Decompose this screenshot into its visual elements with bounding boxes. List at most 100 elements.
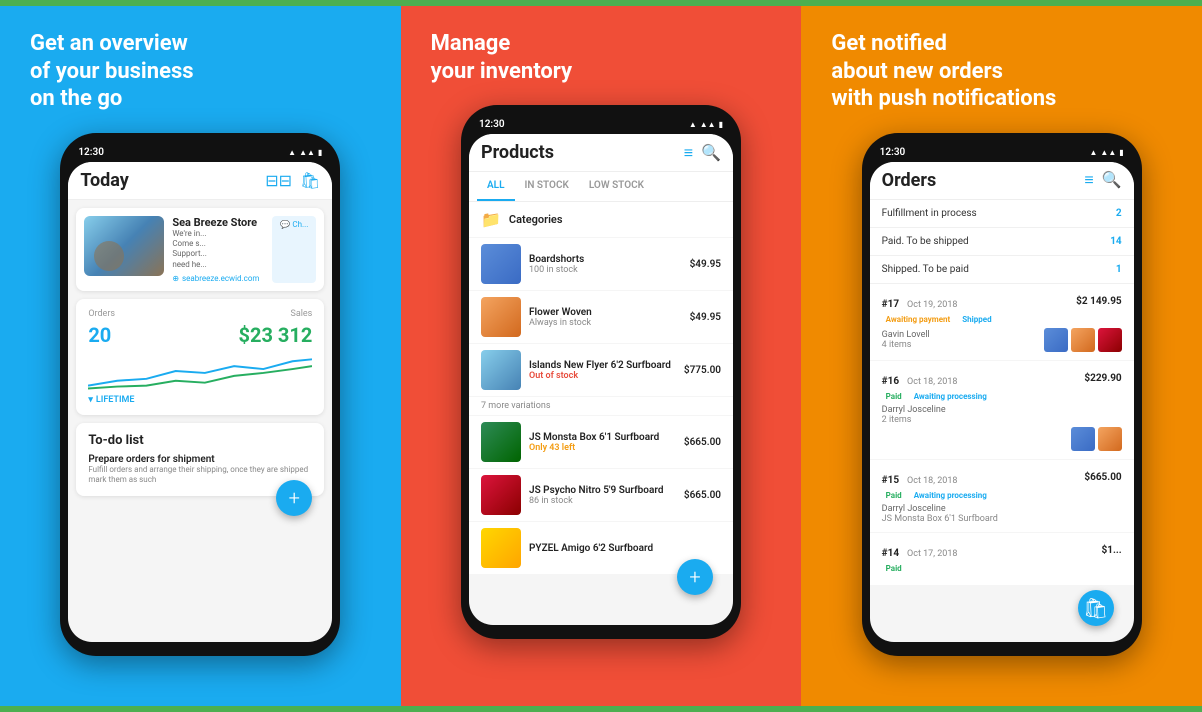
product-3-info: Islands New Flyer 6'2 Surfboard Out of s… bbox=[529, 360, 676, 381]
product-item-2[interactable]: Flower Woven Always in stock $49.95 bbox=[469, 291, 733, 343]
product-item-5[interactable]: JS Psycho Nitro 5'9 Surfboard 86 in stoc… bbox=[469, 469, 733, 521]
product-3-thumb bbox=[481, 350, 521, 390]
order-3-tags: Paid Awaiting processing bbox=[882, 490, 1122, 501]
product-4-name: JS Monsta Box 6'1 Surfboard bbox=[529, 432, 676, 443]
fulfillment-count-2: 14 bbox=[1110, 236, 1121, 247]
order-2-thumb-1 bbox=[1071, 427, 1095, 451]
order-1-customer: Gavin Lovell bbox=[882, 330, 930, 340]
order-1-date: Oct 19, 2018 bbox=[907, 300, 957, 310]
tab-low-stock[interactable]: LOW STOCK bbox=[579, 172, 654, 201]
phone-2-notch: 12:30 ▲ ▲▲ ▮ bbox=[469, 119, 733, 130]
order-2-items: 2 items bbox=[882, 415, 1122, 425]
order-item-2[interactable]: #16 Oct 18, 2018 $229.90 Paid Awaiting p… bbox=[870, 361, 1134, 459]
phone-3-notch: 12:30 ▲ ▲▲ ▮ bbox=[870, 147, 1134, 158]
fulfillment-count-3: 1 bbox=[1116, 264, 1122, 275]
wifi-icon: ▲ bbox=[288, 148, 296, 157]
fab-button[interactable]: + bbox=[276, 480, 312, 516]
lifetime-button[interactable]: ▾ LIFETIME bbox=[88, 395, 312, 405]
categories-row[interactable]: 📁 Categories bbox=[469, 202, 733, 237]
phone-1-status-icons: ▲ ▲▲ ▮ bbox=[288, 148, 322, 157]
globe-icon: ⊕ bbox=[172, 274, 179, 283]
product-2-price: $49.95 bbox=[690, 312, 721, 323]
filter-icon[interactable]: ≡ bbox=[684, 143, 693, 163]
bag-icon-header[interactable]: 🛍 bbox=[300, 171, 320, 190]
product-item-3[interactable]: Islands New Flyer 6'2 Surfboard Out of s… bbox=[469, 344, 733, 396]
fab-container-3: 🛍 bbox=[870, 586, 1134, 636]
product-1-name: Boardshorts bbox=[529, 254, 682, 265]
fulfillment-row-3[interactable]: Shipped. To be paid 1 bbox=[870, 256, 1134, 284]
order-item-4[interactable]: #14 Oct 17, 2018 $1... Paid bbox=[870, 533, 1134, 585]
order-3-price: $665.00 bbox=[1084, 472, 1121, 483]
order-1-thumb-1 bbox=[1044, 328, 1068, 352]
sales-value: $23 312 bbox=[239, 323, 313, 347]
order-3-tag-1: Paid bbox=[882, 490, 906, 501]
phone-3-time: 12:30 bbox=[880, 147, 906, 158]
product-6-info: PYZEL Amigo 6'2 Surfboard bbox=[529, 543, 721, 554]
order-4-id: #14 bbox=[882, 548, 899, 559]
panel-orders: Get notifiedabout new orderswith push no… bbox=[801, 0, 1202, 712]
product-1-price: $49.95 bbox=[690, 259, 721, 270]
stats-labels-row: Orders Sales bbox=[88, 309, 312, 319]
product-3-price: $775.00 bbox=[684, 365, 721, 376]
barcode-icon[interactable]: ⊟⊟ bbox=[265, 171, 292, 190]
product-item-4[interactable]: JS Monsta Box 6'1 Surfboard Only 43 left… bbox=[469, 416, 733, 468]
filter-icon-3[interactable]: ≡ bbox=[1084, 170, 1093, 190]
screen-1-title: Today bbox=[80, 170, 129, 191]
chat-icon: 💬 bbox=[280, 220, 290, 229]
store-image bbox=[84, 216, 164, 276]
signal-icon: ▲▲ bbox=[299, 148, 315, 157]
product-2-name: Flower Woven bbox=[529, 307, 682, 318]
store-info: Sea Breeze Store We're in...Come s...Sup… bbox=[172, 216, 264, 284]
product-1-info: Boardshorts 100 in stock bbox=[529, 254, 682, 275]
orders-value: 20 bbox=[88, 323, 111, 347]
phone-1-time: 12:30 bbox=[78, 147, 104, 158]
store-name: Sea Breeze Store bbox=[172, 216, 264, 229]
variations-note: 7 more variations bbox=[469, 397, 733, 415]
order-4-date: Oct 17, 2018 bbox=[907, 549, 957, 559]
fab-bag-button[interactable]: 🛍 bbox=[1078, 590, 1114, 626]
order-3-id: #15 bbox=[882, 475, 899, 486]
phone-3-screen: Orders ≡ 🔍 Fulfillment in process 2 Paid… bbox=[870, 162, 1134, 642]
order-item-1[interactable]: #17 Oct 19, 2018 $2 149.95 Awaiting paym… bbox=[870, 284, 1134, 360]
panel-1-headline: Get an overviewof your businesson the go bbox=[20, 30, 381, 113]
todo-item-title: Prepare orders for shipment bbox=[88, 454, 312, 465]
fab-button-2[interactable]: + bbox=[677, 559, 713, 595]
stats-values-row: 20 $23 312 bbox=[88, 323, 312, 347]
screen-2-header: Products ≡ 🔍 bbox=[469, 134, 733, 172]
order-1-tag-1: Awaiting payment bbox=[882, 314, 955, 325]
fulfillment-row-2[interactable]: Paid. To be shipped 14 bbox=[870, 228, 1134, 256]
product-2-info: Flower Woven Always in stock bbox=[529, 307, 682, 328]
order-4-tags: Paid bbox=[882, 563, 1122, 574]
chart-area bbox=[88, 351, 312, 391]
order-3-tag-2: Awaiting processing bbox=[910, 490, 991, 501]
search-icon-3[interactable]: 🔍 bbox=[1102, 170, 1122, 190]
product-6-name: PYZEL Amigo 6'2 Surfboard bbox=[529, 543, 721, 554]
fulfillment-row-1[interactable]: Fulfillment in process 2 bbox=[870, 200, 1134, 228]
product-5-name: JS Psycho Nitro 5'9 Surfboard bbox=[529, 485, 676, 496]
product-5-info: JS Psycho Nitro 5'9 Surfboard 86 in stoc… bbox=[529, 485, 676, 506]
folder-icon: 📁 bbox=[481, 210, 501, 229]
todo-item-desc: Fulfill orders and arrange their shippin… bbox=[88, 465, 312, 486]
product-5-stock: 86 in stock bbox=[529, 496, 676, 506]
product-item-1[interactable]: Boardshorts 100 in stock $49.95 bbox=[469, 238, 733, 290]
order-item-3[interactable]: #15 Oct 18, 2018 $665.00 Paid Awaiting p… bbox=[870, 460, 1134, 532]
order-2-customer: Darryl Josceline bbox=[882, 405, 1122, 415]
tab-all[interactable]: ALL bbox=[477, 172, 515, 201]
product-5-price: $665.00 bbox=[684, 490, 721, 501]
screen-3-title: Orders bbox=[882, 170, 937, 191]
order-3-customer: Darryl Josceline bbox=[882, 504, 1122, 514]
sales-label: Sales bbox=[290, 309, 312, 319]
fulfillment-label-2: Paid. To be shipped bbox=[882, 236, 969, 247]
chevron-down-icon: ▾ bbox=[88, 395, 93, 405]
product-5-thumb bbox=[481, 475, 521, 515]
store-card[interactable]: Sea Breeze Store We're in...Come s...Sup… bbox=[76, 208, 324, 292]
product-1-thumb bbox=[481, 244, 521, 284]
product-3-name: Islands New Flyer 6'2 Surfboard bbox=[529, 360, 676, 371]
tab-in-stock[interactable]: IN STOCK bbox=[515, 172, 579, 201]
wifi-icon-3: ▲ bbox=[1090, 148, 1098, 157]
store-chat[interactable]: 💬 Ch... bbox=[272, 216, 316, 284]
product-4-thumb bbox=[481, 422, 521, 462]
search-icon[interactable]: 🔍 bbox=[701, 143, 721, 163]
store-url[interactable]: ⊕ seabreeze.ecwid.com bbox=[172, 274, 264, 283]
product-2-thumb bbox=[481, 297, 521, 337]
